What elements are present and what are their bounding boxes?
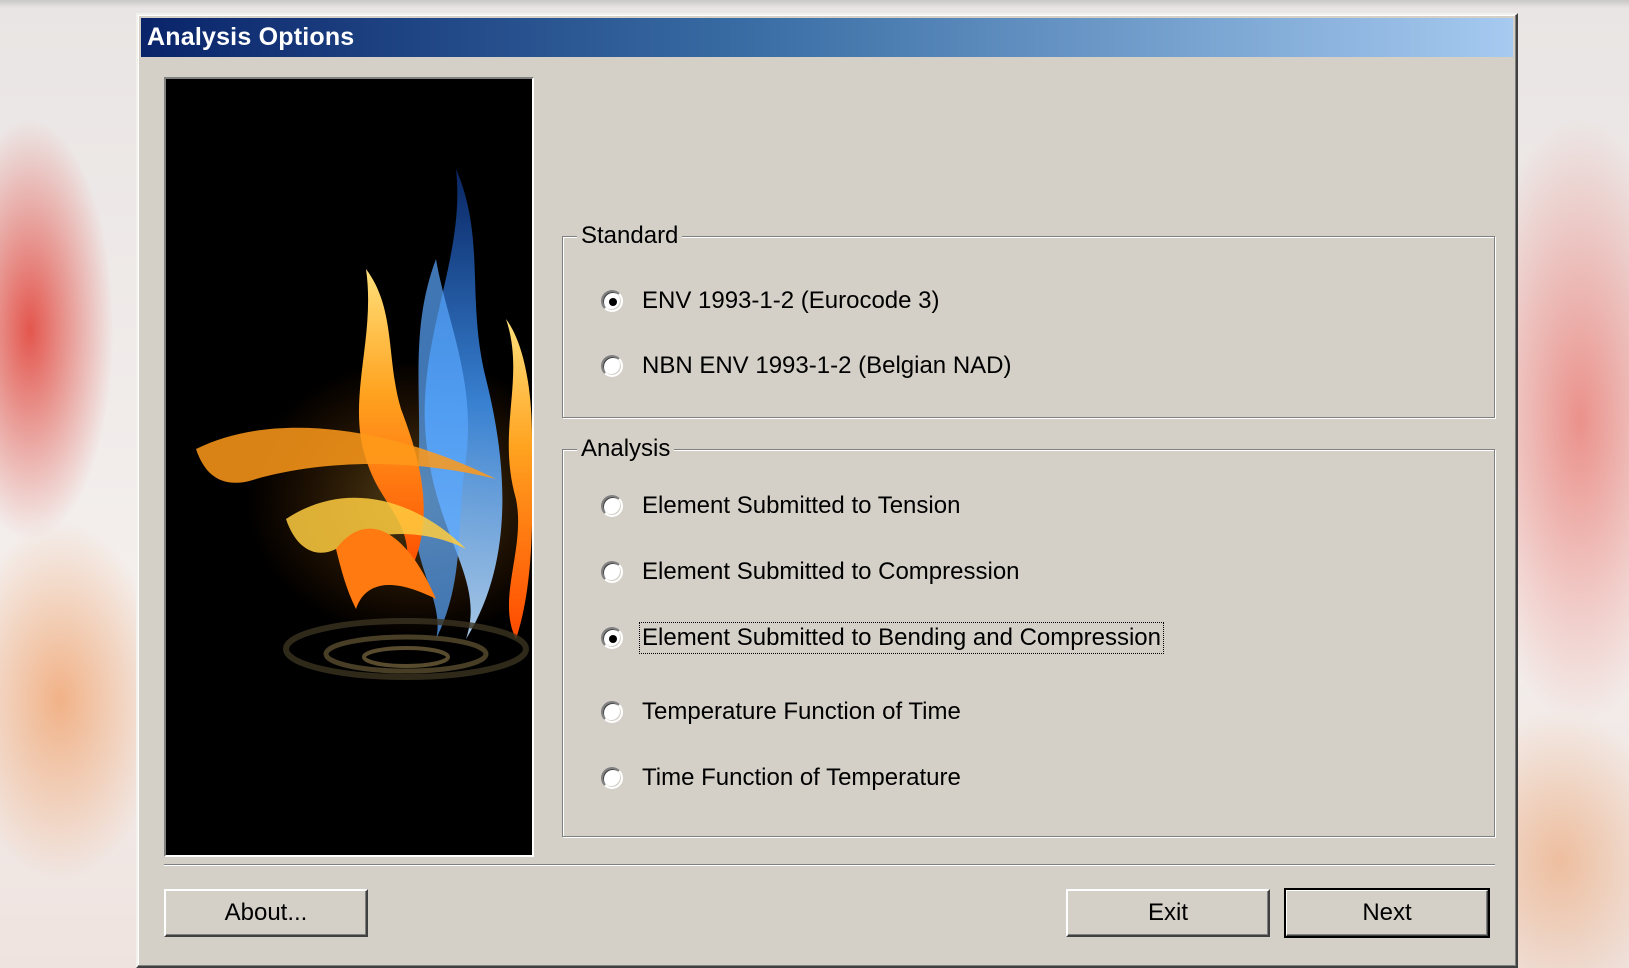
radio-button[interactable]	[601, 701, 623, 723]
radio-button[interactable]	[601, 355, 623, 377]
title-bar[interactable]: Analysis Options	[141, 18, 1513, 57]
radio-button[interactable]	[601, 495, 623, 517]
analysis-options-dialog: Analysis Options Standard ENV 1993-1-2 (…	[136, 13, 1518, 968]
radio-button-selected[interactable]	[601, 627, 623, 649]
radio-button[interactable]	[601, 561, 623, 583]
about-button-label: About...	[224, 899, 308, 926]
analysis-groupbox: Analysis Element Submitted to Tension El…	[562, 435, 1495, 837]
radio-label-focused: Element Submitted to Bending and Compres…	[639, 622, 1164, 654]
about-button[interactable]: About...	[164, 889, 368, 937]
radio-bending-and-compression[interactable]: Element Submitted to Bending and Compres…	[601, 620, 1164, 656]
radio-time-function-of-temperature[interactable]: Time Function of Temperature	[601, 760, 964, 796]
radio-tension[interactable]: Element Submitted to Tension	[601, 488, 963, 524]
flame-illustration	[164, 77, 534, 857]
standard-legend: Standard	[577, 222, 683, 250]
exit-button[interactable]: Exit	[1066, 889, 1270, 937]
next-button[interactable]: Next	[1284, 888, 1490, 938]
radio-compression[interactable]: Element Submitted to Compression	[601, 554, 1023, 590]
next-button-label: Next	[1362, 899, 1412, 926]
analysis-legend: Analysis	[577, 435, 675, 463]
radio-label: Temperature Function of Time	[642, 698, 961, 725]
radio-label: ENV 1993-1-2 (Eurocode 3)	[642, 287, 940, 314]
radio-label: Element Submitted to Compression	[642, 558, 1020, 585]
radio-label: Element Submitted to Tension	[642, 492, 961, 519]
radio-nbn-env-1993-1-2[interactable]: NBN ENV 1993-1-2 (Belgian NAD)	[601, 348, 1014, 384]
radio-label: Time Function of Temperature	[642, 764, 961, 791]
radio-button-selected[interactable]	[601, 290, 623, 312]
separator	[164, 864, 1495, 866]
standard-groupbox: Standard ENV 1993-1-2 (Eurocode 3) NBN E…	[562, 222, 1495, 418]
radio-temperature-function-of-time[interactable]: Temperature Function of Time	[601, 694, 964, 730]
radio-label: NBN ENV 1993-1-2 (Belgian NAD)	[642, 352, 1012, 379]
radio-button[interactable]	[601, 767, 623, 789]
radio-env-1993-1-2[interactable]: ENV 1993-1-2 (Eurocode 3)	[601, 283, 943, 319]
flame-image	[166, 79, 532, 855]
window-title: Analysis Options	[147, 23, 355, 51]
exit-button-label: Exit	[1147, 899, 1188, 926]
